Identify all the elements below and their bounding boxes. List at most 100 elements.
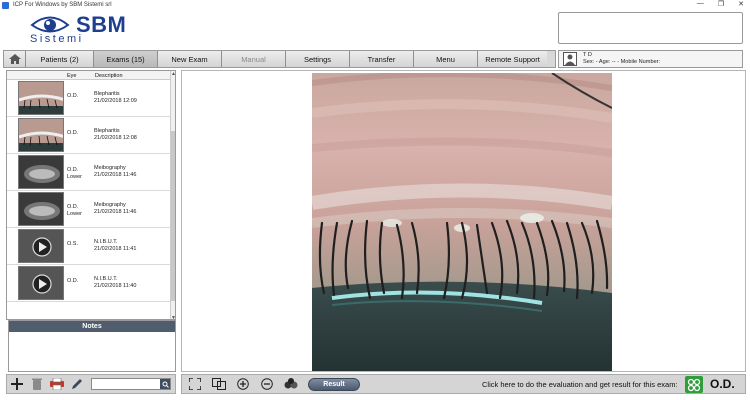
scrollbar-thumb[interactable] bbox=[171, 131, 175, 301]
new-exam-button[interactable]: New Exam bbox=[158, 51, 222, 67]
patient-details: Sex: - Age: -- - Mobile Number: bbox=[583, 59, 661, 65]
result-button[interactable]: Result bbox=[308, 377, 360, 391]
notes-title: Notes bbox=[9, 321, 175, 332]
exam-thumbnail[interactable] bbox=[18, 192, 64, 226]
search-button[interactable] bbox=[160, 379, 170, 389]
exam-description: Blepharitis 21/02/2018 12:09 bbox=[94, 91, 137, 104]
exam-description: N.I.B.U.T. 21/02/2018 11:41 bbox=[94, 239, 136, 252]
zoom-out-button[interactable] bbox=[256, 375, 278, 393]
exam-description: Meibography 21/02/2018 11:46 bbox=[94, 165, 136, 178]
filter-button[interactable] bbox=[280, 375, 302, 393]
exam-thumbnail[interactable] bbox=[18, 118, 64, 152]
exam-row[interactable]: O.D. Lower Meibography 21/02/2018 11:46 bbox=[7, 154, 170, 191]
exam-date: 21/02/2018 12:08 bbox=[94, 134, 137, 141]
fullscreen-icon bbox=[189, 378, 201, 390]
evaluate-button[interactable] bbox=[685, 376, 703, 393]
zoom-in-button[interactable] bbox=[232, 375, 254, 393]
exam-list-panel: Eye Description O.D. Blepharitis 21/02/201… bbox=[6, 70, 176, 320]
tab-exams[interactable]: Exams (15) bbox=[94, 51, 158, 67]
settings-button[interactable]: Settings bbox=[286, 51, 350, 67]
eyelid-photo bbox=[312, 73, 612, 371]
exam-thumbnail[interactable] bbox=[18, 266, 64, 300]
header: SBM Sistemi bbox=[0, 10, 750, 48]
compare-icon bbox=[212, 378, 226, 390]
pen-icon bbox=[72, 379, 82, 389]
exam-row[interactable]: O.D. Blepharitis 21/02/2018 12:08 bbox=[7, 117, 170, 154]
compare-button[interactable] bbox=[208, 375, 230, 393]
exam-date: 21/02/2018 12:09 bbox=[94, 97, 137, 104]
exam-row[interactable]: O.D. Blepharitis 21/02/2018 12:09 bbox=[7, 80, 170, 117]
zoom-out-icon bbox=[261, 378, 273, 390]
patient-icon bbox=[563, 52, 577, 66]
exam-description: N.I.B.U.T. 21/02/2018 11:40 bbox=[94, 276, 136, 289]
remote-support-button[interactable]: Remote Support bbox=[478, 51, 547, 67]
patient-name: T D bbox=[583, 52, 592, 58]
eyelid-exam-image[interactable] bbox=[312, 73, 612, 371]
exam-eye: O.S. bbox=[67, 241, 79, 247]
notes-textarea[interactable] bbox=[9, 332, 175, 372]
edit-exam-button[interactable] bbox=[67, 375, 87, 393]
fullscreen-button[interactable] bbox=[184, 375, 206, 393]
exam-eye: O.D. Lower bbox=[67, 167, 82, 180]
exam-list-toolbar bbox=[6, 374, 176, 394]
exam-date: 21/02/2018 11:46 bbox=[94, 208, 137, 215]
home-icon bbox=[8, 54, 21, 64]
exam-thumbnail[interactable] bbox=[18, 229, 64, 263]
delete-exam-button[interactable] bbox=[27, 375, 47, 393]
window-title: ICP For Windows by SBM Sistemi srl bbox=[13, 2, 112, 8]
minimize-button[interactable]: — bbox=[697, 0, 704, 8]
exam-thumbnail[interactable] bbox=[18, 155, 64, 189]
exam-eye: O.D. bbox=[67, 130, 79, 136]
exam-row[interactable]: O.S. N.I.B.U.T. 21/02/2018 11:41 bbox=[7, 228, 170, 265]
patient-info[interactable]: T D Sex: - Age: -- - Mobile Number: bbox=[558, 50, 743, 68]
exam-row[interactable]: O.D. Lower Meibography 21/02/2018 11:46 bbox=[7, 191, 170, 228]
eye-indicator: O.D. bbox=[710, 377, 735, 391]
search-icon bbox=[162, 381, 169, 388]
result-button-label: Result bbox=[323, 380, 345, 388]
exam-thumbnail[interactable] bbox=[18, 81, 64, 115]
tab-patients[interactable]: Patients (2) bbox=[26, 51, 94, 67]
scroll-up-icon[interactable]: ▲ bbox=[171, 71, 175, 77]
title-bar: ICP For Windows by SBM Sistemi srl — ❐ ✕ bbox=[0, 0, 750, 10]
exam-date: 21/02/2018 11:46 bbox=[94, 171, 137, 178]
exam-date: 21/02/2018 11:41 bbox=[94, 245, 137, 252]
evaluate-icon bbox=[687, 378, 701, 391]
logo-subtitle: Sistemi bbox=[30, 33, 84, 45]
exam-description: Meibography 21/02/2018 11:46 bbox=[94, 202, 136, 215]
exam-date: 21/02/2018 11:40 bbox=[94, 282, 137, 289]
exam-eye: O.D. Lower bbox=[67, 204, 82, 217]
print-exam-button[interactable] bbox=[47, 375, 67, 393]
exam-eye: O.D. bbox=[67, 93, 79, 99]
app-icon bbox=[2, 1, 9, 9]
exam-eye: O.D. bbox=[67, 278, 79, 284]
home-button[interactable] bbox=[4, 51, 26, 67]
zoom-in-icon bbox=[237, 378, 249, 390]
exam-search-input[interactable] bbox=[92, 379, 160, 389]
exam-search bbox=[91, 378, 171, 390]
add-exam-button[interactable] bbox=[7, 375, 27, 393]
exam-list: O.D. Blepharitis 21/02/2018 12:09 O.D. Bleph… bbox=[7, 80, 170, 302]
maximize-button[interactable]: ❐ bbox=[718, 0, 724, 8]
header-info-box bbox=[558, 12, 743, 44]
manual-button[interactable]: Manual bbox=[222, 51, 286, 67]
exam-description: Blepharitis 21/02/2018 12:08 bbox=[94, 128, 137, 141]
exam-list-scrollbar[interactable]: ▲ ▼ bbox=[170, 71, 175, 319]
filter-icon bbox=[284, 378, 298, 389]
column-eye[interactable]: Eye bbox=[67, 73, 76, 79]
trash-icon bbox=[32, 378, 42, 390]
window-controls: — ❐ ✕ bbox=[697, 0, 744, 8]
column-description[interactable]: Description bbox=[95, 73, 123, 79]
exam-row[interactable]: O.D. N.I.B.U.T. 21/02/2018 11:40 bbox=[7, 265, 170, 302]
image-viewer[interactable] bbox=[181, 70, 746, 372]
viewer-toolbar: Result Click here to do the evaluation a… bbox=[181, 374, 746, 394]
notes-panel: Notes bbox=[8, 320, 176, 372]
close-button[interactable]: ✕ bbox=[738, 0, 744, 8]
menu-button[interactable]: Menu bbox=[414, 51, 478, 67]
sbm-logo: SBM Sistemi bbox=[28, 12, 138, 46]
evaluation-prompt: Click here to do the evaluation and get … bbox=[482, 380, 678, 389]
print-icon bbox=[50, 378, 64, 390]
patient-text: T D Sex: - Age: -- - Mobile Number: bbox=[583, 52, 660, 66]
exam-list-header: Eye Description bbox=[7, 71, 175, 80]
main-toolbar: Patients (2) Exams (15) New Exam Manual … bbox=[3, 50, 556, 68]
transfer-button[interactable]: Transfer bbox=[350, 51, 414, 67]
